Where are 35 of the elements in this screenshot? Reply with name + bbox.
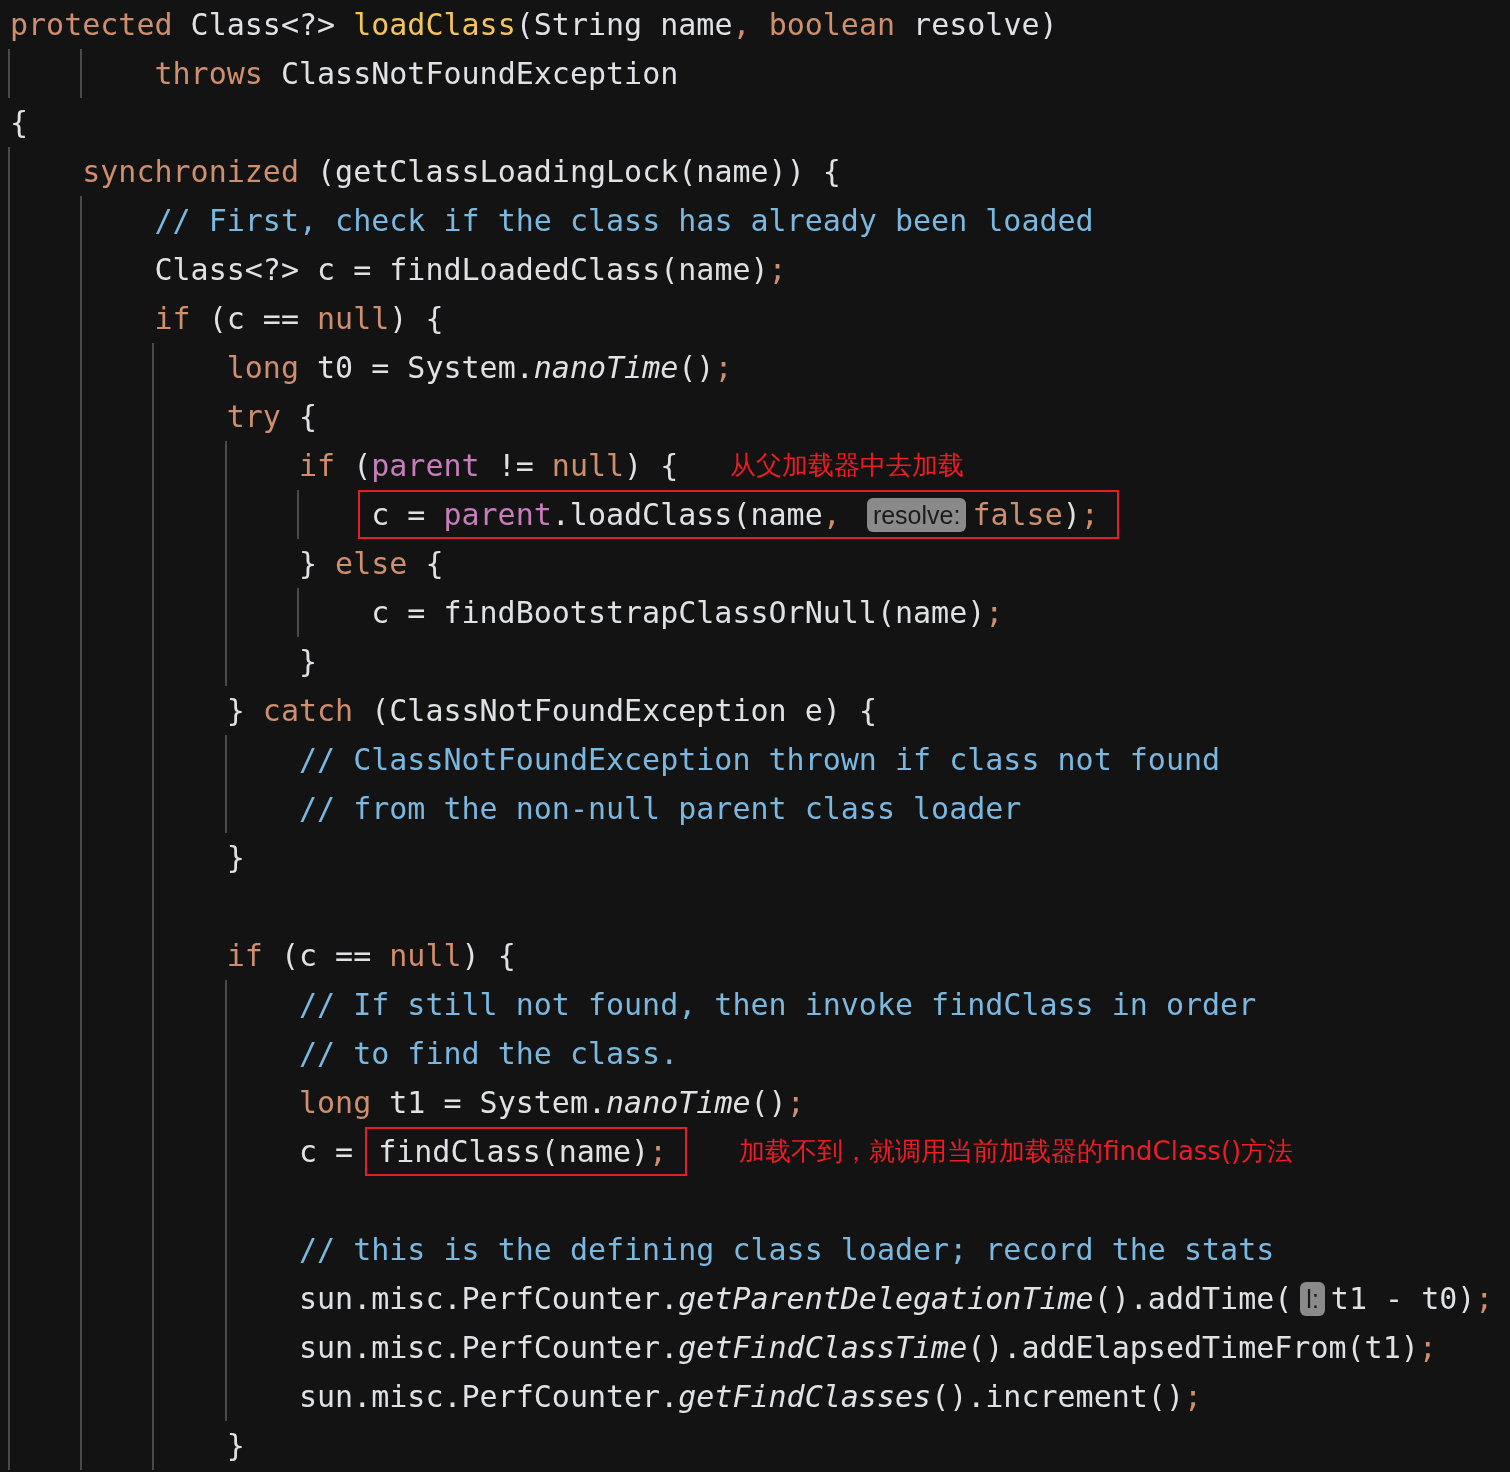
- annotation-note: 加载不到，就调用当前加载器的findClass()方法: [739, 1135, 1294, 1168]
- code-text: t1 - t0);: [1330, 1280, 1494, 1318]
- code-text: // from the non-null parent class loader: [298, 790, 1022, 828]
- code-text: protected Class<?> loadClass(String name, boolean resolve): [10, 6, 1058, 44]
- code-text: long t1 = System.nanoTime();: [298, 1084, 805, 1122]
- code-text: false);: [972, 496, 1099, 534]
- code-text: sun.misc.PerfCounter.getFindClasses().increment();: [298, 1378, 1203, 1416]
- code-text: if (c == null) {: [154, 300, 444, 338]
- code-text: throws ClassNotFoundException: [154, 55, 679, 93]
- code-text: findClass(name);: [378, 1133, 668, 1171]
- code-text: // First, check if the class has already been loaded: [154, 202, 1094, 240]
- code-text: } catch (ClassNotFoundException e) {: [226, 692, 877, 730]
- code-text: sun.misc.PerfCounter.getFindClassTime().addElapsedTimeFrom(t1);: [298, 1329, 1437, 1367]
- code-text: c = findBootstrapClassOrNull(name);: [371, 594, 1004, 632]
- code-text: }: [226, 839, 245, 877]
- code-text: Class<?> c = findLoadedClass(name);: [154, 251, 787, 289]
- code-text: long t0 = System.nanoTime();: [226, 349, 733, 387]
- code-text: sun.misc.PerfCounter.getParentDelegationTime().addTime(: [298, 1280, 1293, 1318]
- code-text: if (c == null) {: [226, 937, 516, 975]
- code-text: c = parent.loadClass(name,: [371, 496, 842, 534]
- code-text: }: [298, 643, 317, 681]
- inlay-hint: resolve:: [866, 497, 967, 532]
- code-text: // this is the defining class loader; record the stats: [298, 1231, 1275, 1269]
- code-text: synchronized (getClassLoadingLock(name)) {: [82, 153, 841, 191]
- code-text: try {: [226, 398, 318, 436]
- code-text: } else {: [298, 545, 444, 583]
- code-text: if (parent != null) {: [298, 447, 679, 485]
- code-text: c =: [298, 1133, 354, 1171]
- code-text: }: [226, 1427, 245, 1465]
- code-text: // If still not found, then invoke findClass in order: [298, 986, 1257, 1024]
- code-text: {: [10, 104, 29, 142]
- code-text: // to find the class.: [298, 1035, 679, 1073]
- inlay-hint: l:: [1300, 1281, 1325, 1316]
- annotation-note: 从父加载器中去加载: [730, 449, 965, 482]
- code-text: // ClassNotFoundException thrown if class not found: [298, 741, 1221, 779]
